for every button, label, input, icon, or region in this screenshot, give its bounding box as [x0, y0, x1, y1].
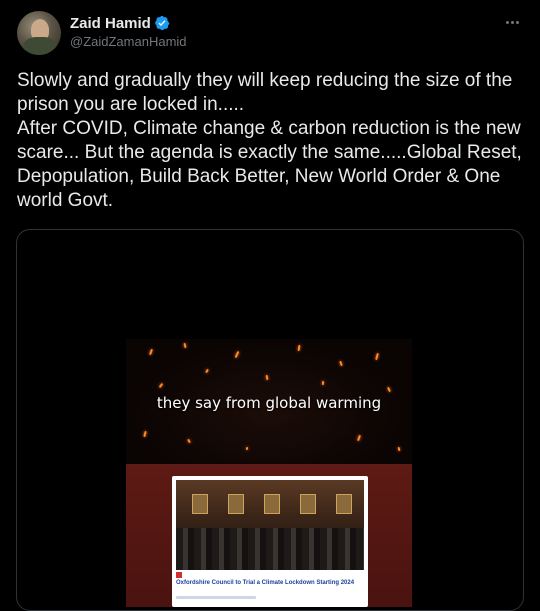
verified-badge-icon: [155, 15, 170, 31]
tweet-media[interactable]: they say from global warming Oxfordshire…: [16, 229, 524, 611]
author-handle[interactable]: @ZaidZamanHamid: [70, 34, 187, 49]
sparks-background: they say from global warming: [126, 339, 412, 464]
author-display-name[interactable]: Zaid Hamid: [70, 15, 151, 32]
council-chamber-image: [176, 480, 364, 570]
more-options-icon[interactable]: [500, 12, 524, 32]
avatar[interactable]: [17, 11, 61, 55]
tweet-text: Slowly and gradually they will keep redu…: [17, 70, 522, 211]
article-headline: Oxfordshire Council to Trial a Climate L…: [176, 580, 355, 586]
avatar-body: [23, 37, 57, 55]
video-caption: they say from global warming: [156, 394, 382, 412]
video-lower-section: Oxfordshire Council to Trial a Climate L…: [126, 464, 412, 607]
article-meta: [176, 596, 256, 599]
article-badge: [176, 572, 182, 578]
author-name-row: Zaid Hamid: [70, 14, 170, 32]
video-frame[interactable]: they say from global warming Oxfordshire…: [126, 339, 412, 607]
tweet: Zaid Hamid @ZaidZamanHamid Slowly and gr…: [0, 0, 540, 611]
news-article-screenshot: Oxfordshire Council to Trial a Climate L…: [172, 476, 368, 607]
